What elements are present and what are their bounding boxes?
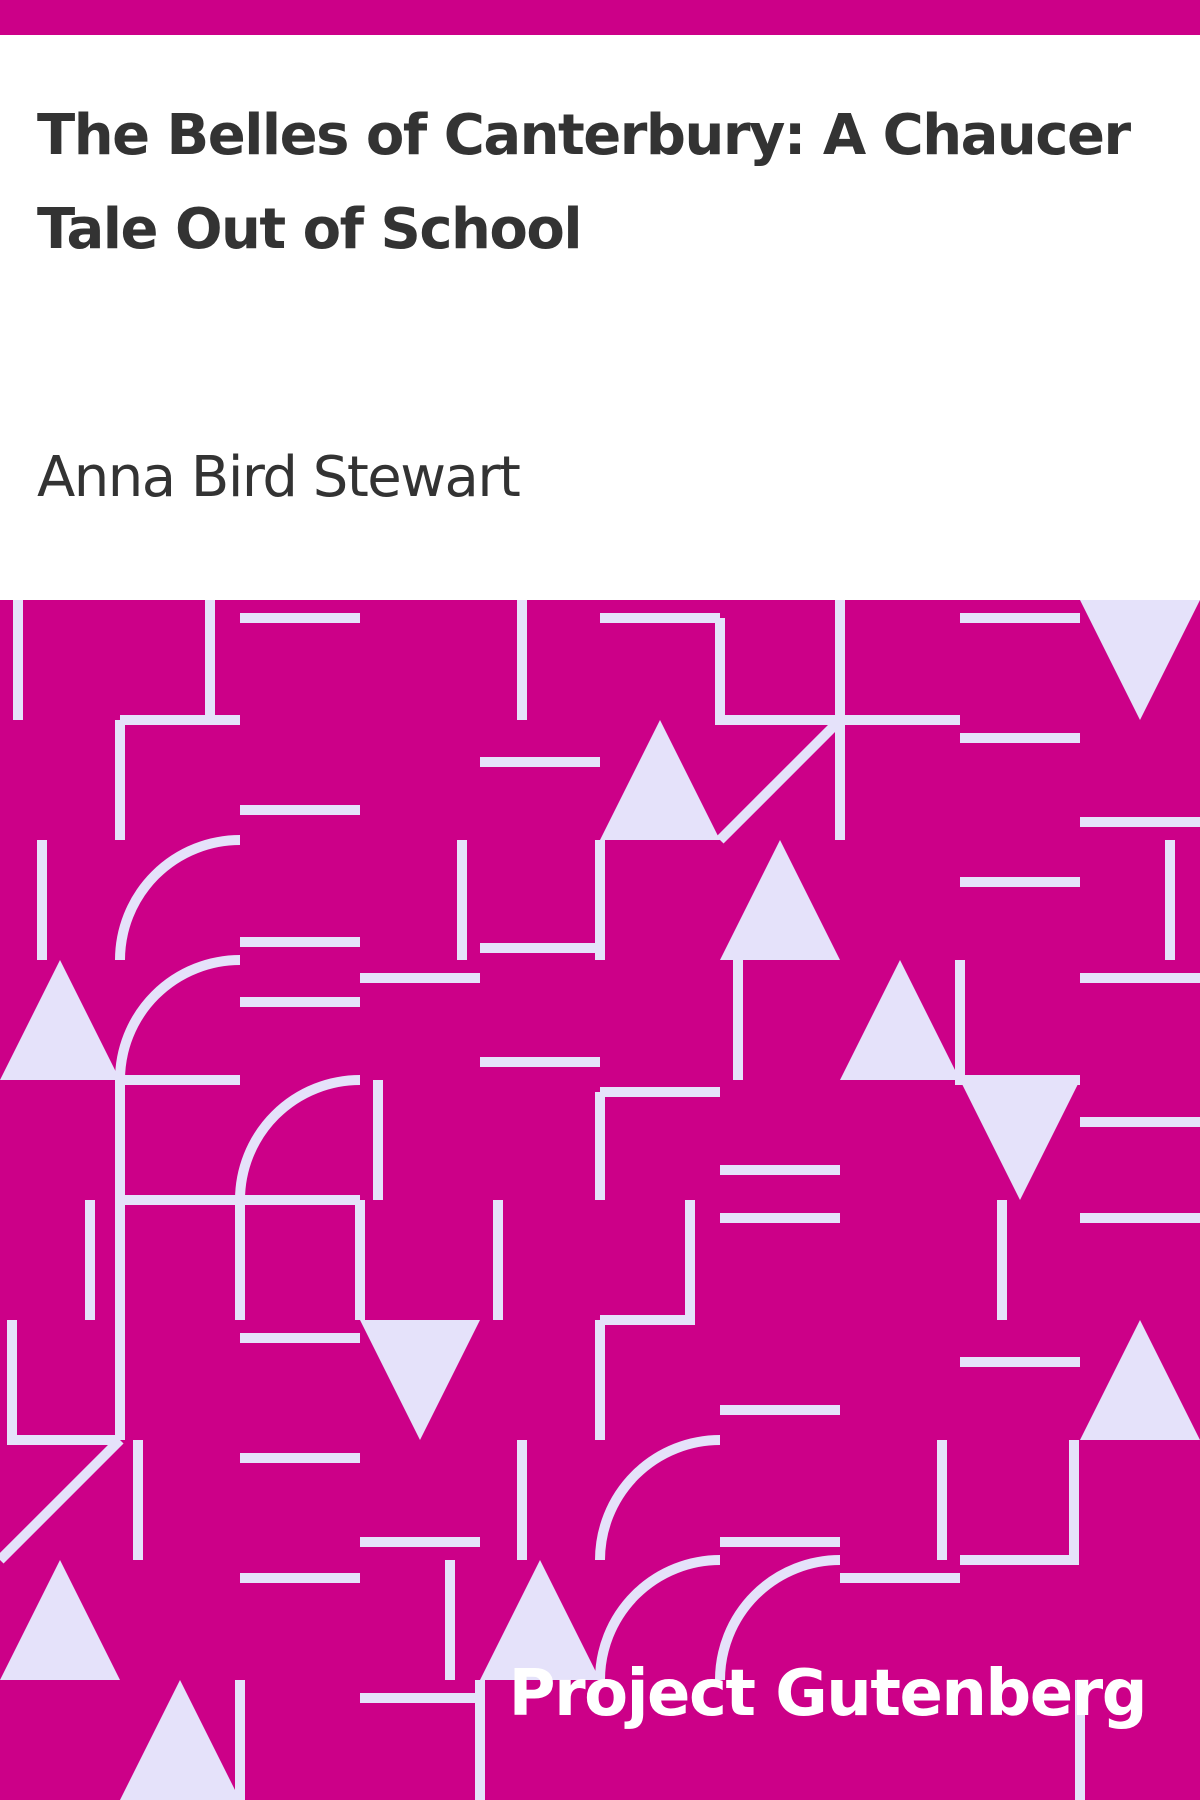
book-title: The Belles of Canterbury: A Chaucer Tale… xyxy=(37,103,1131,262)
top-accent-bar xyxy=(0,0,1200,35)
publisher-logo-text: Project Gutenberg xyxy=(508,1657,1148,1731)
cover-pattern xyxy=(0,600,1200,1800)
cover-header: The Belles of Canterbury: A Chaucer Tale… xyxy=(0,35,1200,600)
book-author: Anna Bird Stewart xyxy=(37,445,521,510)
